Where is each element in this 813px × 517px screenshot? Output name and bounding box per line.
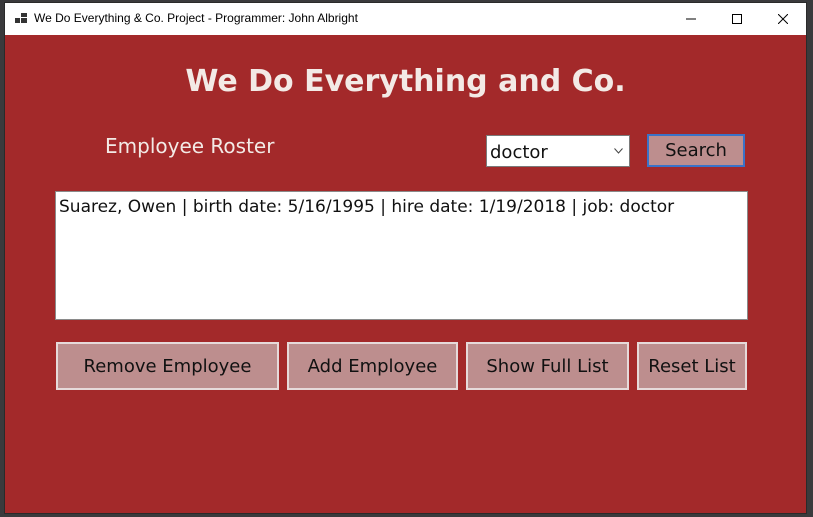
employee-listbox[interactable]: Suarez, Owen | birth date: 5/16/1995 | h… <box>55 191 748 320</box>
employee-roster-label: Employee Roster <box>105 134 275 158</box>
add-employee-button[interactable]: Add Employee <box>287 342 458 390</box>
show-full-list-button[interactable]: Show Full List <box>466 342 629 390</box>
reset-list-button[interactable]: Reset List <box>637 342 747 390</box>
window-title: We Do Everything & Co. Project - Program… <box>34 11 358 25</box>
title-bar[interactable]: We Do Everything & Co. Project - Program… <box>5 3 806 35</box>
close-button[interactable] <box>760 3 806 35</box>
app-heading: We Do Everything and Co. <box>185 64 626 99</box>
chevron-down-icon <box>614 148 623 154</box>
maximize-button[interactable] <box>714 3 760 35</box>
remove-employee-button[interactable]: Remove Employee <box>56 342 279 390</box>
app-icon <box>15 13 27 25</box>
minimize-icon <box>686 18 696 20</box>
close-icon <box>778 14 788 24</box>
minimize-button[interactable] <box>668 3 714 35</box>
list-item[interactable]: Suarez, Owen | birth date: 5/16/1995 | h… <box>59 197 674 217</box>
maximize-icon <box>732 14 742 24</box>
search-button[interactable]: Search <box>647 134 745 167</box>
job-filter-value: doctor <box>490 142 548 163</box>
job-filter-dropdown[interactable]: doctor <box>486 135 630 167</box>
app-window: We Do Everything & Co. Project - Program… <box>5 3 806 513</box>
